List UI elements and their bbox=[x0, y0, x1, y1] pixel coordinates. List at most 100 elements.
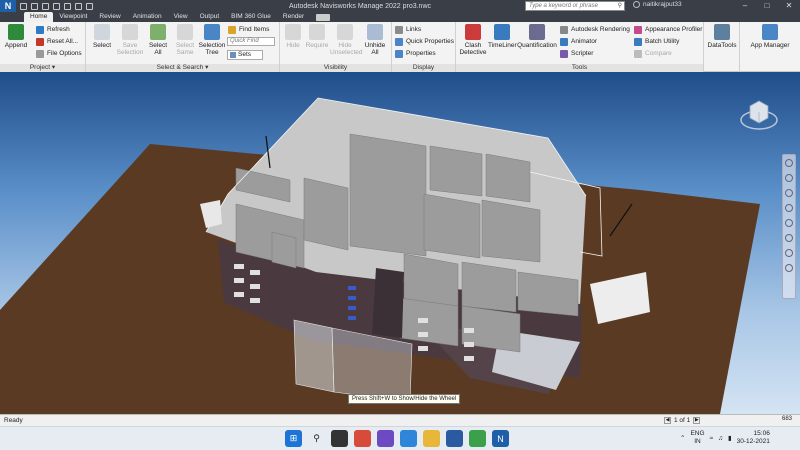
minimize-icon[interactable]: – bbox=[734, 0, 756, 12]
new-file-icon[interactable] bbox=[20, 2, 27, 10]
scripter-button[interactable]: Scripter bbox=[560, 49, 593, 58]
battery-icon[interactable]: ▮ bbox=[728, 434, 732, 442]
file-options-icon bbox=[36, 49, 44, 58]
select-same-button[interactable]: Select Same bbox=[173, 24, 197, 56]
compare-button[interactable]: Compare bbox=[634, 49, 672, 58]
clash-detective-button[interactable]: Clash Detective bbox=[458, 24, 488, 56]
tray-chevron-icon[interactable]: ⌃ bbox=[680, 434, 685, 442]
tab-render[interactable]: Render bbox=[277, 12, 310, 22]
save-selection-label: Save Selection bbox=[116, 42, 144, 56]
wifi-icon[interactable]: ≈ bbox=[710, 435, 714, 442]
appearance-profiler-icon bbox=[634, 25, 642, 34]
panel-select-search: Select Save Selection Select All Select … bbox=[86, 22, 280, 72]
sets-label: Sets bbox=[238, 51, 252, 58]
require-button[interactable]: Require bbox=[304, 24, 330, 49]
file-options-button[interactable]: File Options bbox=[36, 49, 82, 58]
panel-title-select-search[interactable]: Select & Search ▾ bbox=[86, 64, 279, 72]
select-all-button[interactable]: Select All bbox=[146, 24, 170, 56]
language-indicator[interactable]: ENG IN bbox=[690, 430, 704, 446]
tab-output[interactable]: Output bbox=[194, 12, 226, 22]
unhide-all-button[interactable]: Unhide All bbox=[362, 24, 388, 56]
status-text: Ready bbox=[4, 417, 23, 424]
timeliner-button[interactable]: TimeLiner bbox=[488, 24, 517, 49]
maximize-icon[interactable]: □ bbox=[756, 0, 778, 12]
navisworks-logo[interactable]: N bbox=[0, 0, 16, 12]
mail-icon[interactable] bbox=[446, 430, 463, 447]
reset-all-label: Reset All... bbox=[47, 38, 79, 45]
batch-utility-button[interactable]: Batch Utility bbox=[634, 37, 679, 46]
autodesk-rendering-button[interactable]: Autodesk Rendering bbox=[560, 25, 630, 34]
next-page-icon[interactable]: ▶ bbox=[693, 417, 701, 424]
select-button[interactable]: Select bbox=[90, 24, 114, 49]
memory-readout: 683 bbox=[781, 416, 792, 422]
navbar-menu-icon[interactable] bbox=[785, 264, 793, 272]
tab-view[interactable]: View bbox=[168, 12, 194, 22]
save-selection-button[interactable]: Save Selection bbox=[116, 24, 144, 56]
look-icon[interactable] bbox=[785, 219, 793, 227]
animator-label: Animator bbox=[571, 38, 598, 45]
status-bar: Ready ◀ 1 of 1 ▶ 683 bbox=[0, 414, 800, 426]
fly-icon[interactable] bbox=[785, 249, 793, 257]
selection-tree-button[interactable]: Selection Tree bbox=[198, 24, 226, 56]
animator-button[interactable]: Animator bbox=[560, 37, 597, 46]
print-icon[interactable] bbox=[53, 2, 60, 10]
quantification-button[interactable]: Quantification bbox=[517, 24, 557, 49]
orbit-icon[interactable] bbox=[785, 204, 793, 212]
steering-wheel-icon[interactable] bbox=[785, 159, 793, 167]
append-button[interactable]: Append bbox=[3, 24, 29, 49]
chat-icon[interactable] bbox=[377, 430, 394, 447]
viewcube[interactable] bbox=[738, 94, 780, 136]
hide-unselected-icon bbox=[337, 24, 353, 40]
save-icon[interactable] bbox=[42, 2, 49, 10]
reset-all-button[interactable]: Reset All... bbox=[36, 37, 78, 46]
prev-page-icon[interactable]: ◀ bbox=[664, 417, 671, 424]
tab-animation[interactable]: Animation bbox=[127, 12, 168, 22]
require-label: Require bbox=[305, 42, 329, 49]
sets-dropdown[interactable]: Sets bbox=[227, 50, 263, 60]
tab-viewpoint[interactable]: Viewpoint bbox=[53, 12, 93, 22]
datatools-button[interactable]: DataTools bbox=[706, 24, 738, 49]
panel-title-project[interactable]: Project ▾ bbox=[0, 64, 85, 72]
pan-icon[interactable] bbox=[785, 174, 793, 182]
chrome-browser-icon[interactable] bbox=[469, 430, 486, 447]
edge-browser-icon[interactable] bbox=[400, 430, 417, 447]
windows-start-icon[interactable]: ⊞ bbox=[285, 430, 302, 447]
walk-icon[interactable] bbox=[785, 234, 793, 242]
search-icon[interactable]: ⚲ bbox=[618, 2, 622, 10]
file-explorer-icon[interactable] bbox=[423, 430, 440, 447]
quick-find-input[interactable]: Quick Find bbox=[227, 37, 275, 46]
zoom-icon[interactable] bbox=[785, 189, 793, 197]
user-account[interactable]: naitikrajput33 bbox=[633, 1, 682, 8]
properties-button[interactable]: Properties bbox=[395, 49, 436, 58]
hide-unselected-button[interactable]: Hide Unselected bbox=[330, 24, 363, 56]
refresh-button[interactable]: Refresh bbox=[36, 25, 70, 34]
tab-home[interactable]: Home bbox=[24, 12, 54, 22]
clock[interactable]: 15:06 30-12-2021 bbox=[737, 430, 770, 446]
clash-detective-icon bbox=[465, 24, 481, 40]
open-file-icon[interactable] bbox=[31, 2, 38, 10]
hide-button[interactable]: Hide bbox=[282, 24, 304, 49]
tab-review[interactable]: Review bbox=[93, 12, 126, 22]
tab-bim360-glue[interactable]: BIM 360 Glue bbox=[225, 12, 277, 22]
undo-icon[interactable] bbox=[64, 2, 71, 10]
scene-viewport[interactable]: Press Shift+W to Show/Hide the Wheel bbox=[0, 72, 800, 414]
task-view-icon[interactable] bbox=[331, 430, 348, 447]
cursor-icon[interactable] bbox=[86, 2, 93, 10]
redo-icon[interactable] bbox=[75, 2, 82, 10]
widgets-icon[interactable] bbox=[354, 430, 371, 447]
find-items-button[interactable]: Find Items bbox=[228, 25, 269, 34]
search-input[interactable]: Type a keyword or phrase ⚲ bbox=[525, 1, 625, 11]
close-icon[interactable]: ✕ bbox=[778, 0, 800, 12]
search-taskbar-icon[interactable]: ⚲ bbox=[308, 430, 325, 447]
building-model[interactable] bbox=[0, 72, 800, 414]
appearance-profiler-button[interactable]: Appearance Profiler bbox=[634, 25, 702, 34]
app-manager-button[interactable]: App Manager bbox=[744, 24, 796, 49]
links-button[interactable]: Links bbox=[395, 25, 421, 34]
refresh-label: Refresh bbox=[47, 26, 70, 33]
quick-properties-button[interactable]: Quick Properties bbox=[395, 37, 454, 46]
navisworks-taskbar-icon[interactable]: N bbox=[492, 430, 509, 447]
speaker-icon[interactable]: ♫ bbox=[718, 435, 723, 442]
app-manager-label: App Manager bbox=[750, 42, 790, 49]
quantification-icon bbox=[529, 24, 545, 40]
ribbon-options-icon[interactable] bbox=[316, 14, 331, 21]
